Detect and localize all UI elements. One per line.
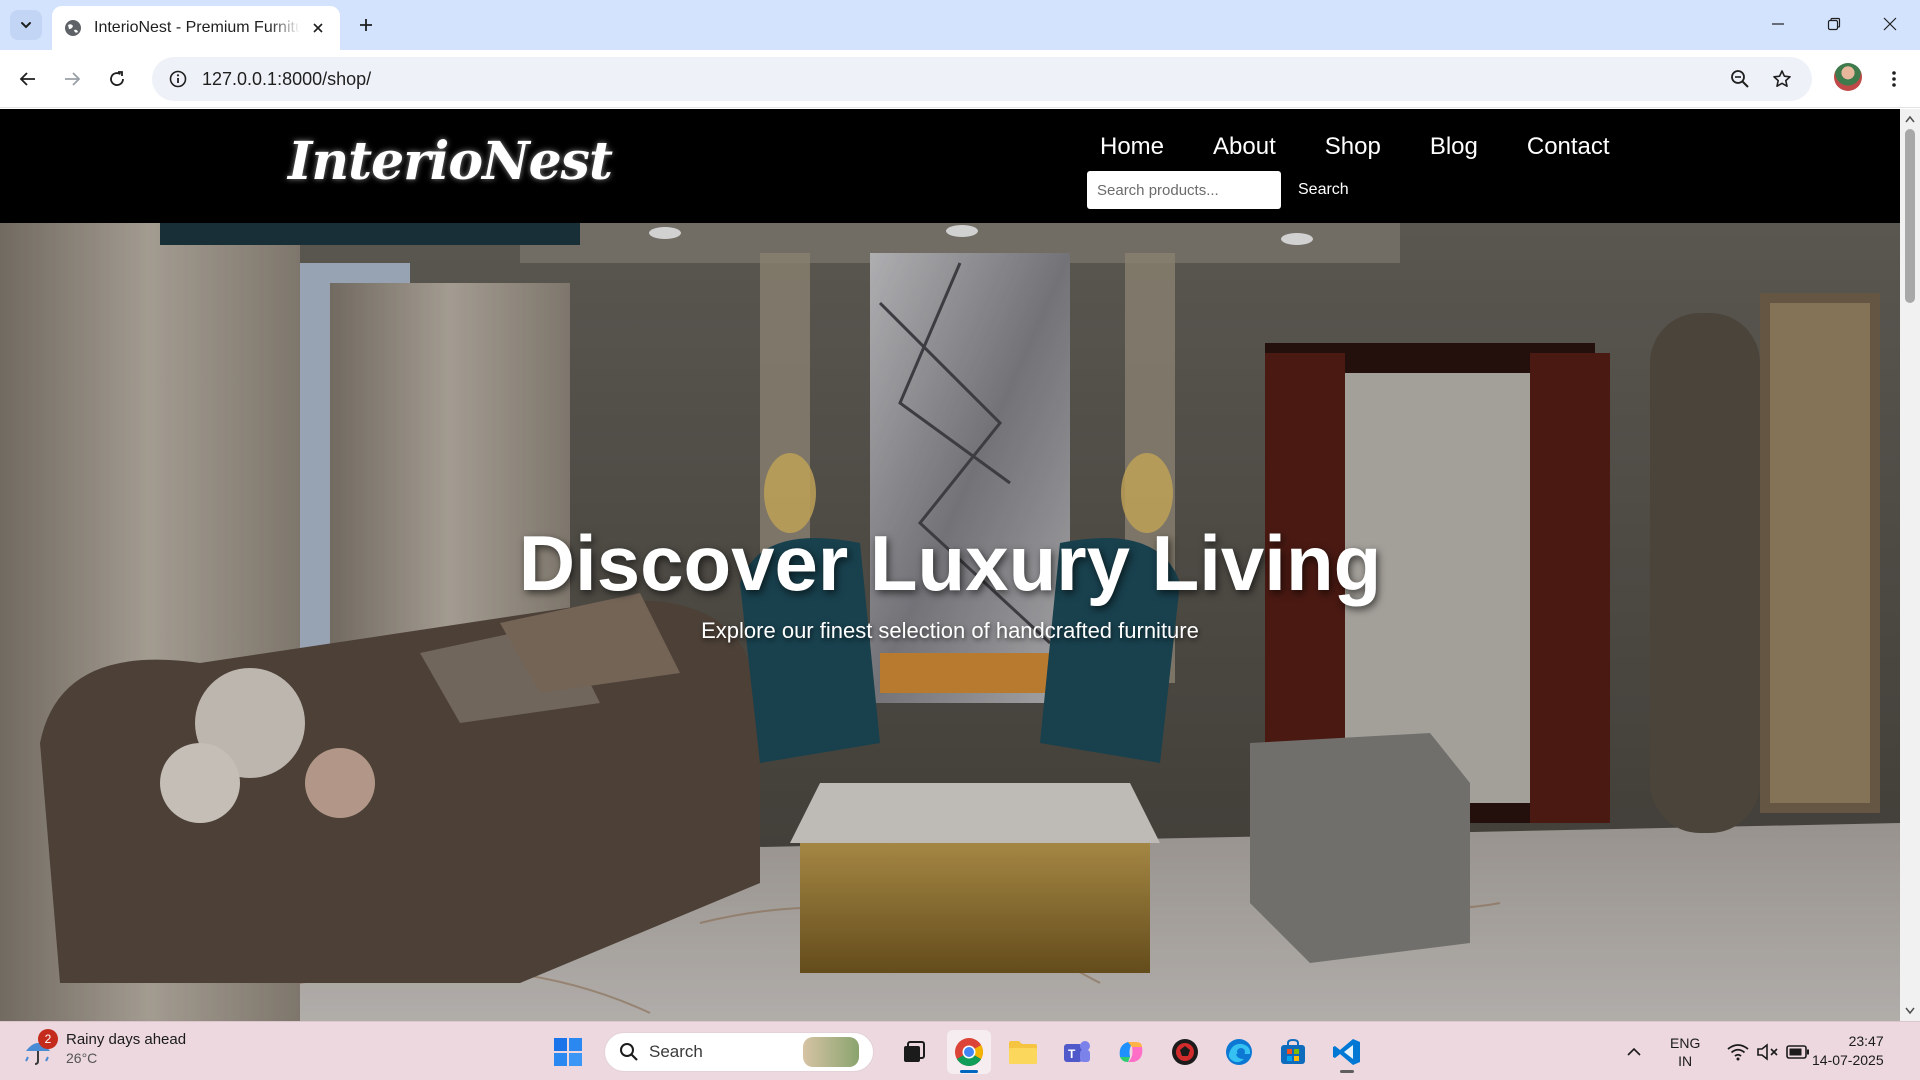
windows-taskbar: 2 Rainy days ahead 26°C Search T ENG IN … (0, 1021, 1920, 1080)
folder-icon (1009, 1041, 1037, 1064)
minimize-icon (1772, 23, 1784, 25)
scroll-thumb[interactable] (1905, 129, 1915, 303)
svg-text:T: T (1068, 1047, 1076, 1061)
page-scrollbar[interactable] (1900, 109, 1920, 1021)
close-icon (313, 23, 323, 33)
show-hidden-icons-button[interactable] (1620, 1038, 1648, 1066)
more-vertical-icon (1892, 71, 1896, 87)
teams-app[interactable]: T (1055, 1030, 1099, 1074)
windows-logo-icon (554, 1038, 582, 1066)
copilot-icon (1119, 1042, 1143, 1062)
caret-up-icon (1905, 115, 1915, 123)
speaker-muted-icon[interactable] (1756, 1040, 1780, 1064)
plus-icon (360, 19, 372, 31)
product-search-input[interactable] (1087, 171, 1281, 209)
reload-icon (110, 71, 124, 86)
task-view-app[interactable] (893, 1030, 937, 1074)
tab-title: InterioNest - Premium Furniture (94, 19, 300, 36)
close-icon (1883, 17, 1897, 31)
bookmark-star-icon[interactable] (1768, 65, 1796, 93)
new-tab-button[interactable] (352, 11, 380, 39)
globe-icon (65, 20, 81, 36)
tab-close-button[interactable] (308, 18, 328, 38)
nav-about[interactable]: About (1213, 133, 1276, 161)
task-view-icon (904, 1041, 925, 1062)
browser-tab-strip: InterioNest - Premium Furniture (0, 0, 1920, 50)
taskbar-search-box[interactable]: Search (604, 1032, 874, 1072)
notification-badge: 2 (38, 1029, 58, 1049)
hero-subtitle: Explore our finest selection of handcraf… (701, 618, 1199, 643)
search-button[interactable]: Search (1290, 175, 1357, 205)
battery-icon[interactable] (1786, 1040, 1810, 1064)
weather-widget[interactable]: 2 Rainy days ahead 26°C (20, 1029, 187, 1068)
weather-temperature: 26°C (66, 1050, 98, 1066)
nav-home[interactable]: Home (1100, 133, 1164, 161)
chevron-down-icon (21, 22, 31, 29)
url-text[interactable]: 127.0.0.1:8000/shop/ (202, 69, 1712, 90)
forward-button[interactable] (56, 63, 88, 95)
taskbar-apps: Search T (546, 1030, 1374, 1074)
store-app[interactable] (1271, 1030, 1315, 1074)
hero-title: Discover Luxury Living (518, 519, 1382, 607)
wifi-icon[interactable] (1726, 1040, 1750, 1064)
region-code: IN (1678, 1053, 1693, 1069)
address-bar[interactable]: 127.0.0.1:8000/shop/ (152, 57, 1812, 101)
weather-title: Rainy days ahead (66, 1031, 187, 1048)
browser-toolbar: 127.0.0.1:8000/shop/ (0, 50, 1920, 108)
language-code: ENG (1670, 1035, 1701, 1051)
arrow-right-icon (65, 72, 81, 86)
scroll-up-arrow[interactable] (1900, 111, 1920, 127)
browser-tab-active[interactable]: InterioNest - Premium Furniture (52, 6, 340, 50)
page-viewport: InterioNest Home About Shop Blog Contact… (0, 109, 1900, 1021)
site-header: InterioNest Home About Shop Blog Contact… (0, 109, 1900, 223)
search-highlight-illustration (803, 1037, 859, 1067)
taskbar-search-label: Search (649, 1042, 703, 1061)
search-icon (620, 1043, 638, 1061)
tab-search-button[interactable] (10, 10, 42, 40)
site-info-icon[interactable] (168, 69, 188, 89)
profile-avatar[interactable] (1834, 63, 1862, 91)
zoom-icon[interactable] (1726, 65, 1754, 93)
file-explorer-app[interactable] (1001, 1030, 1045, 1074)
security-app[interactable] (1163, 1030, 1207, 1074)
language-indicator[interactable]: ENG IN (1670, 1034, 1700, 1070)
teams-icon: T (1064, 1041, 1090, 1062)
close-window-button[interactable] (1870, 8, 1910, 40)
hero-section: Discover Luxury Living Explore our fines… (0, 223, 1900, 1021)
chrome-menu-button[interactable] (1878, 63, 1910, 95)
store-icon (1281, 1038, 1305, 1064)
main-nav: Home About Shop Blog Contact (1100, 133, 1610, 161)
vscode-icon (1333, 1039, 1360, 1065)
caret-down-icon (1905, 1007, 1915, 1015)
restore-icon (1827, 17, 1841, 31)
back-button[interactable] (12, 63, 44, 95)
system-clock[interactable]: 23:47 14-07-2025 (1812, 1032, 1884, 1070)
edge-app[interactable] (1217, 1030, 1261, 1074)
scroll-down-arrow[interactable] (1900, 1003, 1920, 1019)
minimize-button[interactable] (1758, 8, 1798, 40)
restore-button[interactable] (1814, 8, 1854, 40)
nav-contact[interactable]: Contact (1527, 133, 1610, 161)
nav-shop[interactable]: Shop (1325, 133, 1381, 161)
site-logo[interactable]: InterioNest (288, 131, 613, 192)
system-tray: ENG IN (1620, 1030, 1816, 1074)
copilot-app[interactable] (1109, 1030, 1153, 1074)
clock-date: 14-07-2025 (1812, 1052, 1884, 1068)
clock-time: 23:47 (1848, 1033, 1884, 1049)
chrome-icon (955, 1038, 983, 1066)
umbrella-rain-icon: 2 (20, 1029, 58, 1067)
shield-app-icon (1172, 1039, 1198, 1065)
vscode-app[interactable] (1325, 1030, 1369, 1074)
chevron-up-icon (1627, 1047, 1641, 1056)
arrow-left-icon (19, 72, 35, 86)
chrome-app[interactable] (947, 1030, 991, 1074)
edge-icon (1226, 1039, 1252, 1065)
reload-button[interactable] (101, 63, 133, 95)
nav-blog[interactable]: Blog (1430, 133, 1478, 161)
start-button[interactable] (546, 1030, 590, 1074)
